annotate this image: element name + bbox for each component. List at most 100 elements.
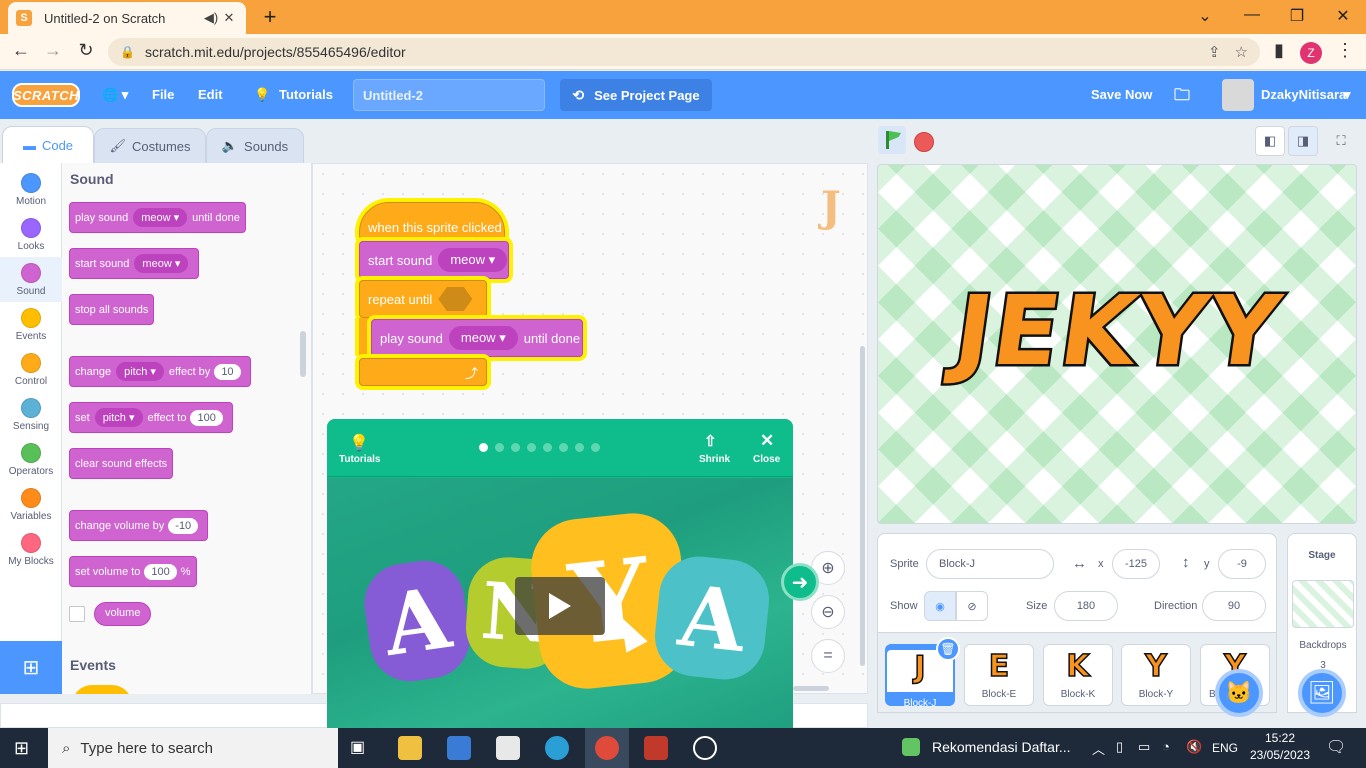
app-icon[interactable] bbox=[644, 736, 668, 760]
condition-slot[interactable] bbox=[438, 287, 473, 311]
fullscreen-icon[interactable]: ⛶ bbox=[1326, 126, 1356, 156]
block-play-sound-until-done[interactable]: play sound meow ▾ until done bbox=[371, 319, 583, 357]
edge-icon[interactable] bbox=[545, 736, 569, 760]
volume-muted-icon[interactable]: 🔇 bbox=[1186, 739, 1202, 755]
tab-code[interactable]: ▬ Code bbox=[2, 126, 94, 164]
x-position-input[interactable]: -125 bbox=[1112, 549, 1160, 579]
step-dot[interactable] bbox=[527, 443, 536, 452]
block-set-effect[interactable]: set pitch ▾ effect to 100 bbox=[69, 402, 233, 433]
tutorial-label[interactable]: Tutorials bbox=[339, 454, 380, 465]
y-position-input[interactable]: -9 bbox=[1218, 549, 1266, 579]
sound-dropdown[interactable]: meow ▾ bbox=[134, 254, 189, 273]
block-set-volume[interactable]: set volume to 100 % bbox=[69, 556, 197, 587]
tutorial-video-thumbnail[interactable]: A N Y A bbox=[327, 478, 793, 728]
category-control[interactable]: Control bbox=[0, 347, 62, 392]
stop-sign-icon[interactable] bbox=[914, 132, 934, 152]
category-motion[interactable]: Motion bbox=[0, 167, 62, 212]
block-start-sound[interactable]: start sound meow ▾ bbox=[69, 248, 200, 279]
step-dot[interactable] bbox=[511, 443, 520, 452]
events-hat-block-partial[interactable] bbox=[72, 685, 132, 694]
direction-input[interactable]: 90 bbox=[1202, 591, 1266, 621]
task-view-icon[interactable]: ▣ bbox=[350, 737, 374, 761]
new-tab-icon[interactable]: + bbox=[258, 4, 282, 30]
back-arrow-icon[interactable]: ← bbox=[10, 40, 32, 61]
notification-center-icon[interactable]: 🗨 bbox=[1326, 737, 1346, 757]
save-now-button[interactable]: Save Now bbox=[1091, 87, 1152, 102]
block-stop-all-sounds[interactable]: stop all sounds bbox=[69, 294, 155, 325]
tutorial-lightbulb-icon[interactable]: 💡 bbox=[349, 433, 369, 453]
category-operators[interactable]: Operators bbox=[0, 437, 62, 482]
step-dot[interactable] bbox=[575, 443, 584, 452]
windows-start-icon[interactable]: ⊞ bbox=[14, 738, 29, 759]
zoom-out-icon[interactable]: ⊖ bbox=[811, 595, 845, 629]
category-looks[interactable]: Looks bbox=[0, 212, 62, 257]
size-input[interactable]: 180 bbox=[1054, 591, 1118, 621]
shrink-icon[interactable]: ⇧ bbox=[704, 432, 717, 450]
edit-menu[interactable]: Edit bbox=[198, 87, 223, 102]
username-menu[interactable]: DzakyNitisara bbox=[1261, 87, 1346, 102]
sprite-name-input[interactable]: Block-J bbox=[926, 549, 1054, 579]
tutorial-step-dots[interactable] bbox=[479, 443, 600, 452]
maximize-icon[interactable]: ❐ bbox=[1287, 6, 1307, 26]
window-close-icon[interactable]: ✕ bbox=[1333, 6, 1353, 26]
palette-scrollbar[interactable] bbox=[300, 331, 306, 377]
file-menu[interactable]: File bbox=[152, 87, 174, 102]
forward-arrow-icon[interactable]: → bbox=[42, 40, 64, 61]
block-change-effect[interactable]: change pitch ▾ effect by 10 bbox=[69, 356, 251, 387]
see-project-page-button[interactable]: ⟲ See Project Page bbox=[560, 79, 712, 111]
small-stage-icon[interactable]: ◧ bbox=[1255, 126, 1285, 156]
clock-date[interactable]: 23/05/2023 bbox=[1248, 748, 1312, 762]
close-button[interactable]: Close bbox=[753, 454, 780, 465]
hat-block-when-sprite-clicked[interactable]: when this sprite clicked bbox=[359, 202, 505, 240]
set-volume-input[interactable]: 100 bbox=[144, 563, 177, 580]
video-play-button[interactable] bbox=[515, 577, 605, 635]
profile-avatar[interactable]: Z bbox=[1300, 42, 1322, 64]
block-clear-sound-effects[interactable]: clear sound effects bbox=[69, 448, 174, 479]
tab-search-chevron-icon[interactable]: ⌄ bbox=[1195, 6, 1215, 26]
user-avatar[interactable] bbox=[1222, 79, 1254, 111]
block-play-sound-until-done[interactable]: play sound meow ▾ until done bbox=[69, 202, 246, 233]
tutorials-menu[interactable]: Tutorials bbox=[279, 87, 333, 102]
tab-audio-icon[interactable]: ◀) bbox=[202, 10, 220, 26]
shrink-button[interactable]: Shrink bbox=[699, 454, 730, 465]
reload-icon[interactable]: ↻ bbox=[75, 40, 97, 61]
project-title-input[interactable]: Untitled-2 bbox=[353, 79, 545, 111]
close-icon[interactable]: ✕ bbox=[760, 431, 774, 451]
effect-to-input[interactable]: 100 bbox=[190, 409, 223, 426]
repeat-block-footer[interactable]: ⤴ bbox=[359, 358, 487, 386]
store-icon[interactable] bbox=[447, 736, 471, 760]
step-dot[interactable] bbox=[495, 443, 504, 452]
category-variables[interactable]: Variables bbox=[0, 482, 62, 527]
effect-by-input[interactable]: 10 bbox=[214, 363, 241, 380]
bookmark-star-icon[interactable]: ☆ bbox=[1235, 43, 1248, 61]
scratch-logo[interactable]: SCRATCH bbox=[12, 83, 80, 107]
volume-reporter[interactable]: volume bbox=[94, 602, 152, 626]
category-my-blocks[interactable]: My Blocks bbox=[0, 527, 62, 572]
step-dot[interactable] bbox=[543, 443, 552, 452]
show-hidden-eye-icon[interactable]: ⊘ bbox=[956, 591, 988, 621]
address-bar[interactable]: 🔒 scratch.mit.edu/projects/855465496/edi… bbox=[108, 38, 1260, 66]
tray-chevron-icon[interactable]: ︿ bbox=[1092, 739, 1105, 758]
effect-dropdown[interactable]: pitch ▾ bbox=[94, 408, 143, 427]
effect-dropdown[interactable]: pitch ▾ bbox=[116, 362, 164, 381]
mail-icon[interactable] bbox=[496, 736, 520, 760]
step-dot[interactable] bbox=[591, 443, 600, 452]
delete-sprite-trash-icon[interactable]: 🗑 bbox=[936, 637, 960, 661]
choose-backdrop-icon[interactable]: 🖼 bbox=[1298, 669, 1346, 717]
block-repeat-until[interactable]: repeat until bbox=[359, 280, 487, 318]
block-start-sound[interactable]: start sound meow ▾ bbox=[359, 241, 509, 279]
my-stuff-folder-icon[interactable]: 🗀 bbox=[1174, 84, 1190, 111]
step-dot[interactable] bbox=[559, 443, 568, 452]
clock-time[interactable]: 15:22 bbox=[1250, 731, 1310, 745]
stage-canvas[interactable]: JEKYY bbox=[877, 164, 1357, 524]
taskbar-search[interactable]: ⌕ Type here to search bbox=[48, 728, 338, 768]
sound-dropdown[interactable]: meow ▾ bbox=[438, 248, 508, 272]
volume-monitor-checkbox[interactable] bbox=[69, 606, 85, 622]
file-explorer-icon[interactable] bbox=[398, 736, 422, 760]
add-extension-button[interactable]: ⊞ bbox=[0, 641, 62, 694]
language-globe-icon[interactable]: 🌐 ▾ bbox=[102, 87, 128, 103]
backdrop-thumbnail[interactable] bbox=[1292, 580, 1354, 628]
sound-dropdown[interactable]: meow ▾ bbox=[133, 208, 188, 227]
green-flag-icon[interactable] bbox=[878, 126, 906, 154]
category-sensing[interactable]: Sensing bbox=[0, 392, 62, 437]
